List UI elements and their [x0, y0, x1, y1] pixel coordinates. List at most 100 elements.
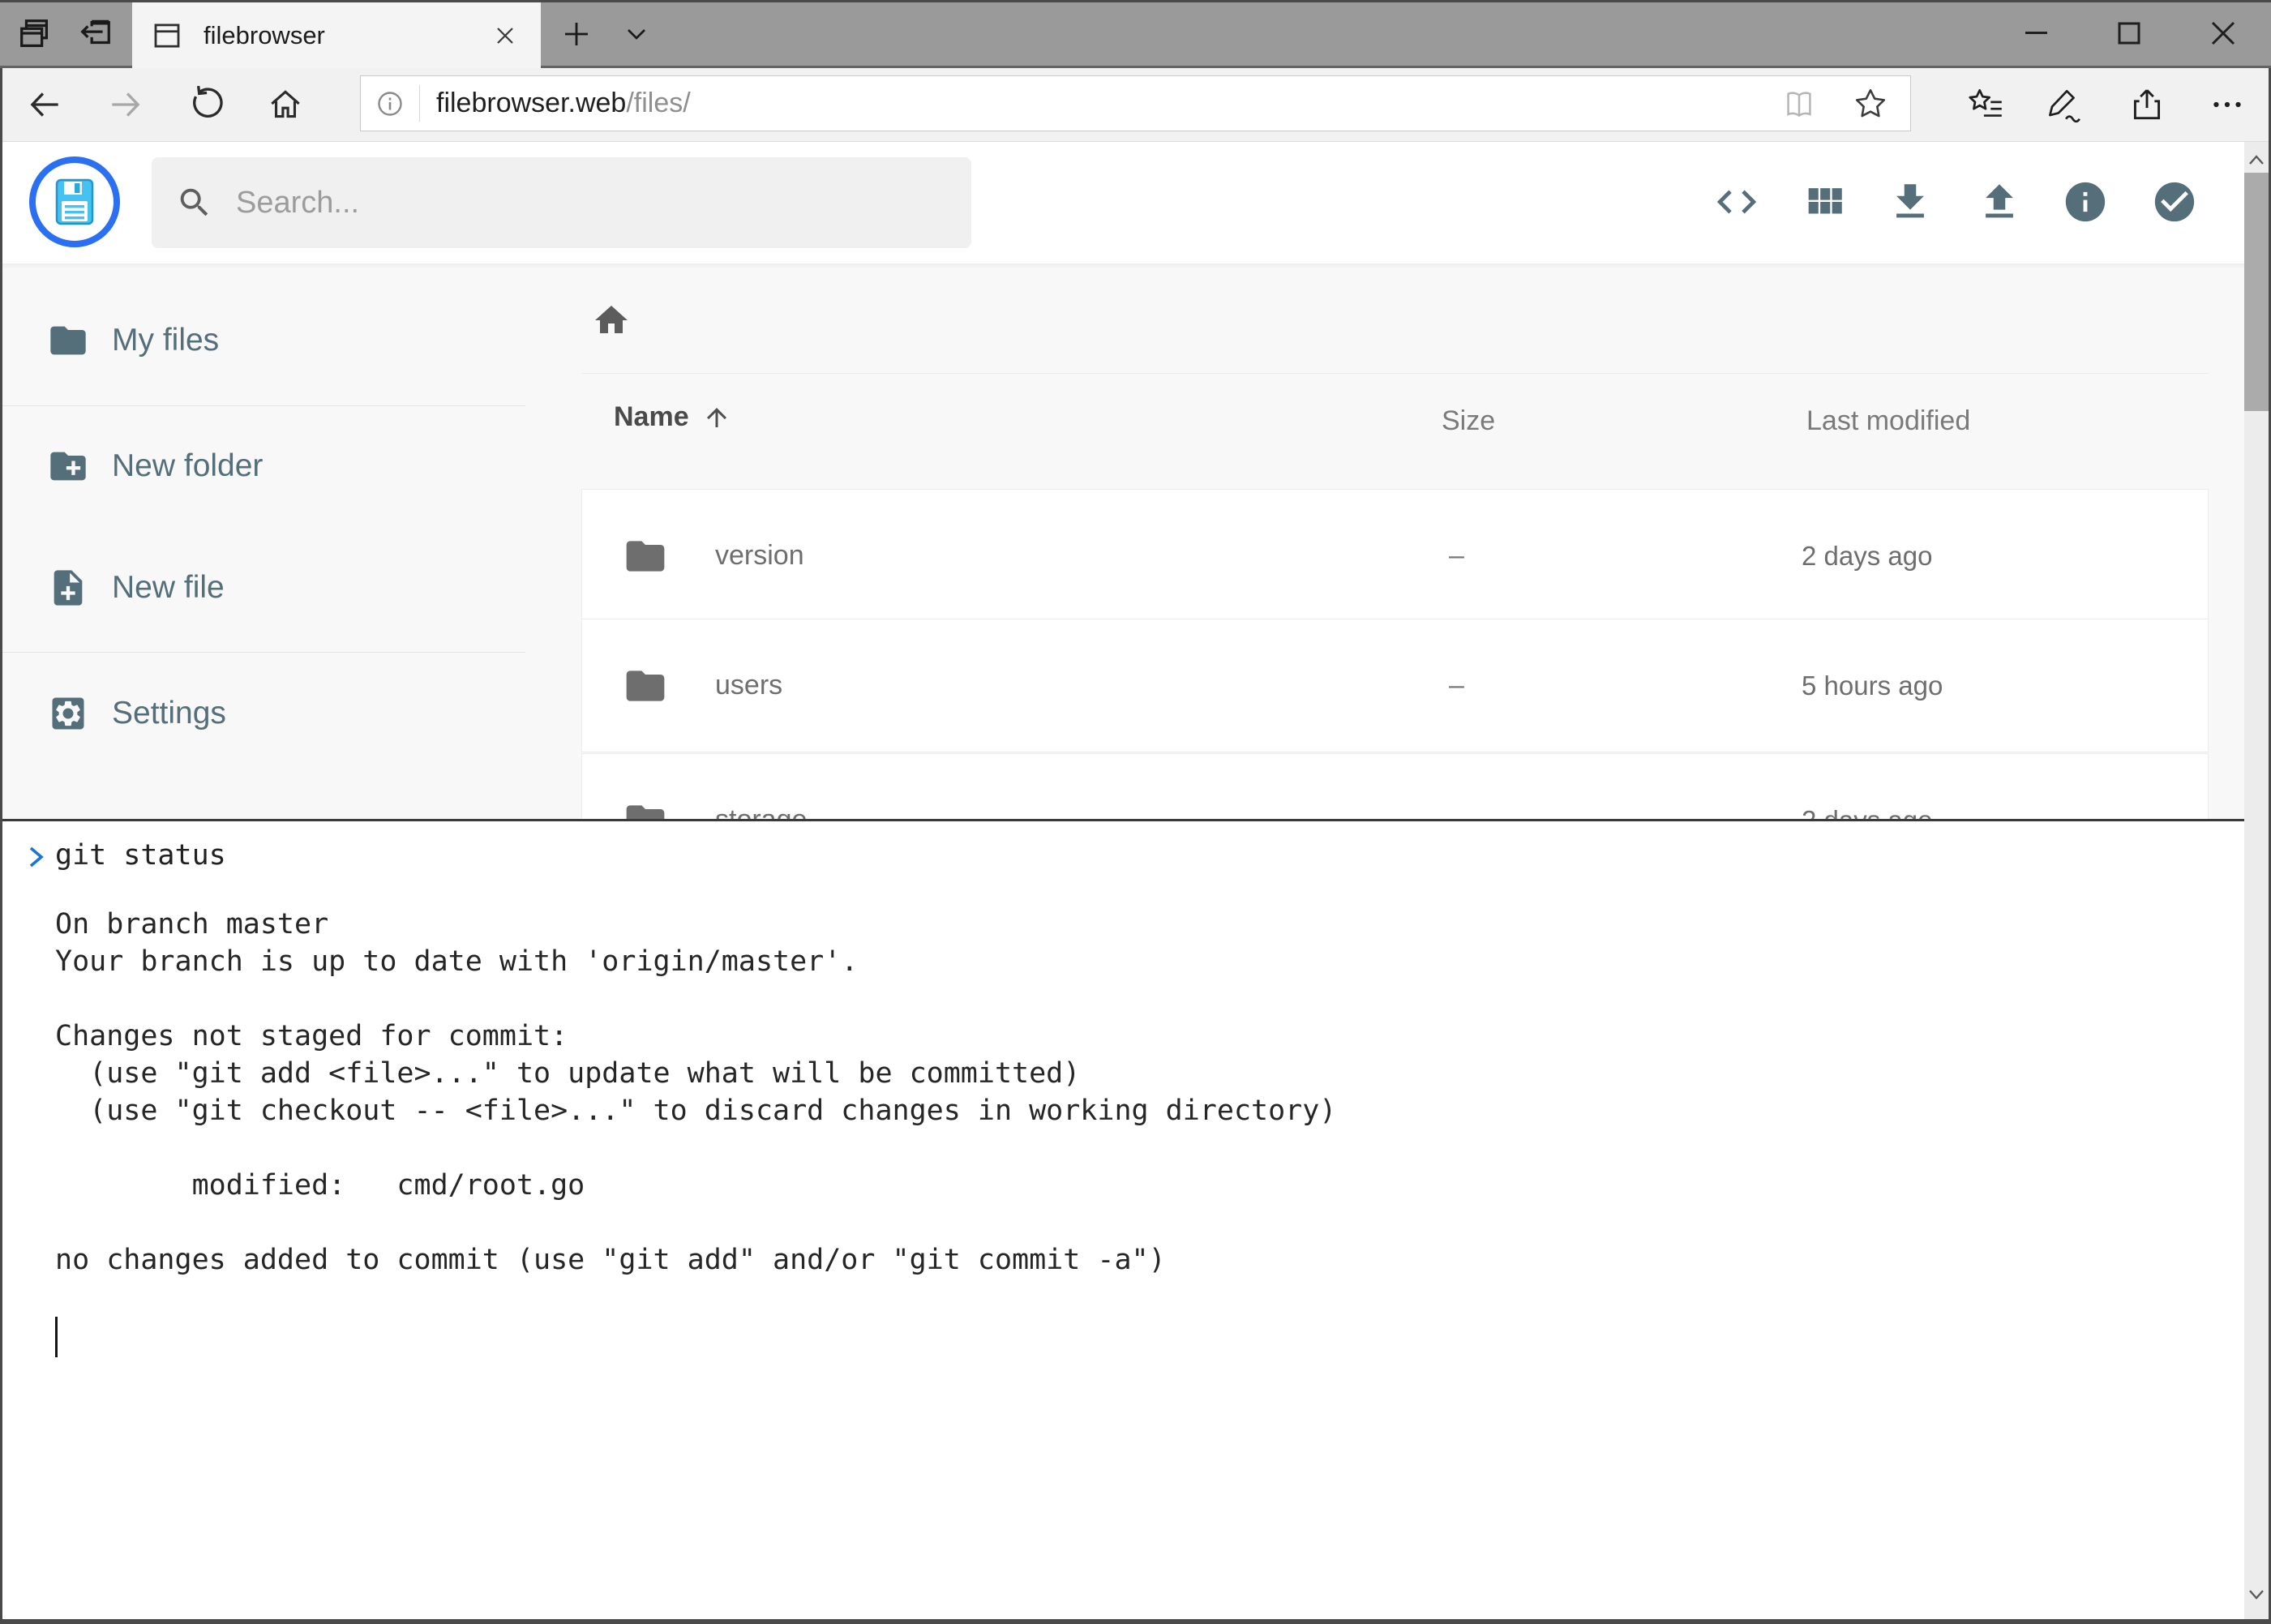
favorite-star-icon[interactable] [1852, 85, 1889, 122]
code-view-button[interactable] [1713, 178, 1760, 225]
breadcrumb-home-button[interactable] [592, 301, 631, 340]
sidebar-item-label: Settings [112, 696, 226, 731]
back-button[interactable] [19, 79, 71, 130]
reading-view-icon[interactable] [1780, 85, 1818, 122]
new-tab-button[interactable] [553, 11, 600, 57]
new-file-icon [47, 567, 89, 609]
floppy-disk-icon [49, 176, 101, 228]
column-header-name[interactable]: Name [614, 401, 731, 433]
minimize-button[interactable] [1995, 0, 2079, 66]
column-header-modified[interactable]: Last modified [1806, 401, 1970, 440]
close-icon [2204, 14, 2243, 53]
scroll-down-icon[interactable] [2247, 1587, 2265, 1601]
file-modified: 2 days ago [1802, 490, 1932, 622]
folder-icon [47, 319, 89, 362]
search-input[interactable] [236, 186, 901, 221]
set-tabs-aside-button[interactable] [71, 11, 118, 57]
breadcrumb-home-icon [592, 301, 631, 340]
file-modified: 5 hours ago [1802, 619, 1943, 752]
sidebar-item-new-folder[interactable]: New folder [0, 418, 535, 515]
url-host: filebrowser.web [436, 88, 626, 118]
scroll-up-icon[interactable] [2247, 153, 2265, 168]
chevron-down-icon [620, 18, 653, 50]
file-size: – [1449, 490, 1464, 622]
settings-icon [47, 692, 89, 735]
refresh-button[interactable] [179, 79, 231, 130]
upload-icon [1976, 178, 2023, 225]
urlbar-separator [419, 85, 420, 122]
tab-preview-icon [16, 15, 54, 53]
back-icon [24, 84, 65, 125]
grid-view-button[interactable] [1801, 178, 1848, 225]
page-viewport: My files New folder New file Settings [0, 142, 2271, 1624]
annotate-pen-icon [2042, 84, 2083, 125]
share-icon [2127, 84, 2167, 125]
address-bar[interactable]: filebrowser.web/files/ [360, 75, 1911, 131]
sort-ascending-icon [702, 403, 731, 432]
column-label: Name [614, 401, 689, 433]
browser-toolbar: filebrowser.web/files/ [0, 68, 2271, 142]
sidebar-item-settings[interactable]: Settings [0, 665, 535, 762]
grid-view-icon [1801, 178, 1848, 225]
home-icon [265, 84, 306, 125]
annotate-button[interactable] [2037, 79, 2089, 130]
forward-icon [105, 84, 146, 125]
upload-button[interactable] [1976, 178, 2023, 225]
sidebar-item-label: New folder [112, 448, 263, 484]
file-row-version[interactable]: version – 2 days ago [581, 489, 2209, 623]
window-border-left [0, 68, 2, 1624]
breadcrumb-divider [581, 373, 2209, 374]
code-icon [1713, 178, 1760, 225]
tab-preview-button[interactable] [11, 11, 58, 57]
url-path: /files/ [626, 88, 690, 118]
scrollbar-thumb[interactable] [2244, 173, 2269, 411]
file-name: version [715, 490, 804, 622]
check-circle-icon [2151, 178, 2198, 225]
page-icon [150, 19, 184, 53]
edge-browser-window: { "browser": { "tab_title": "filebrowser… [0, 0, 2271, 1624]
browser-tab[interactable]: filebrowser [132, 2, 541, 68]
new-tab-icon [559, 17, 593, 51]
create-new-folder-icon [47, 445, 89, 487]
more-menu-button[interactable] [2201, 79, 2253, 130]
forward-button[interactable] [100, 79, 152, 130]
filebrowser-logo[interactable] [29, 156, 120, 247]
ellipsis-icon [2207, 84, 2247, 125]
sidebar-item-my-files[interactable]: My files [0, 292, 535, 389]
minimize-icon [2017, 14, 2056, 53]
file-size: – [1449, 619, 1464, 752]
info-button[interactable] [2062, 178, 2109, 225]
terminal-output: On branch master Your branch is up to da… [55, 906, 1336, 1279]
favorites-hub-icon [1965, 84, 2006, 125]
tab-close-button[interactable] [491, 21, 520, 50]
set-tabs-aside-icon [76, 15, 114, 53]
sidebar-item-label: My files [112, 323, 219, 358]
file-name: users [715, 619, 782, 752]
info-icon [2062, 178, 2109, 225]
terminal-panel[interactable]: git status On branch master Your branch … [0, 819, 2244, 1624]
select-multiple-button[interactable] [2151, 178, 2198, 225]
download-button[interactable] [1887, 178, 1934, 225]
listing-header: Name Size Last modified [568, 401, 2244, 450]
refresh-icon [185, 84, 225, 125]
maximize-button[interactable] [2087, 0, 2171, 66]
tab-menu-button[interactable] [613, 11, 660, 57]
sidebar-item-new-file[interactable]: New file [0, 539, 535, 636]
window-border-top [0, 0, 2271, 2]
app-header [0, 142, 2271, 264]
file-row-users[interactable]: users – 5 hours ago [581, 619, 2209, 752]
search-icon [176, 184, 213, 221]
maximize-icon [2110, 14, 2149, 53]
page-info-icon[interactable] [375, 89, 405, 118]
search-box[interactable] [152, 157, 971, 248]
share-button[interactable] [2121, 79, 2173, 130]
page-scrollbar[interactable] [2244, 142, 2269, 1620]
folder-icon [623, 533, 668, 579]
column-header-size[interactable]: Size [1442, 401, 1495, 440]
folder-icon [623, 663, 668, 709]
home-button[interactable] [259, 79, 311, 130]
sidebar-divider [0, 652, 525, 653]
sidebar-divider [0, 405, 525, 406]
close-button[interactable] [2181, 0, 2265, 66]
favorites-hub-button[interactable] [1960, 79, 2012, 130]
